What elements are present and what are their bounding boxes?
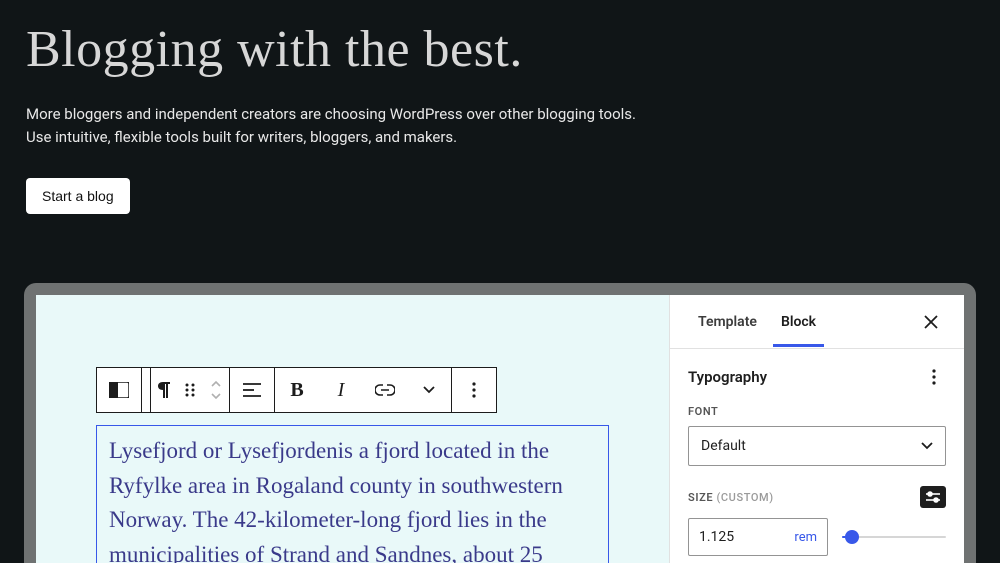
- block-type-button[interactable]: [97, 368, 141, 412]
- hero-subtitle-line-1: More bloggers and independent creators a…: [26, 105, 636, 123]
- editor-canvas[interactable]: B I Lysefjord or Lysefjordenis a fjord l…: [36, 295, 669, 563]
- paragraph-block-icon: [109, 382, 129, 398]
- settings-sidebar: Template Block Typography FONT Default: [669, 295, 964, 563]
- font-select[interactable]: Default: [688, 426, 946, 466]
- drag-handle-button[interactable]: [177, 368, 203, 412]
- close-sidebar-button[interactable]: [914, 305, 948, 339]
- italic-icon: I: [338, 379, 345, 402]
- sidebar-tabs: Template Block: [670, 295, 964, 349]
- font-select-value: Default: [701, 438, 746, 454]
- paragraph-style-button[interactable]: [151, 368, 177, 412]
- block-toolbar: B I: [96, 367, 497, 413]
- editor-frame: B I Lysefjord or Lysefjordenis a fjord l…: [24, 283, 976, 563]
- more-formatting-button[interactable]: [407, 368, 451, 412]
- hero-subtitle: More bloggers and independent creators a…: [26, 103, 974, 150]
- kebab-icon: [472, 382, 476, 398]
- align-left-icon: [243, 383, 261, 397]
- size-slider[interactable]: [842, 528, 946, 546]
- size-value: 1.125: [699, 529, 734, 545]
- close-icon: [924, 315, 938, 329]
- size-custom-toggle[interactable]: [920, 486, 946, 508]
- size-input[interactable]: 1.125 rem: [688, 518, 828, 556]
- tab-template[interactable]: Template: [686, 298, 769, 346]
- sliders-icon: [926, 491, 940, 503]
- size-label-text: SIZE: [688, 491, 713, 504]
- hero-title: Blogging with the best.: [26, 20, 974, 79]
- paragraph-block[interactable]: Lysefjord or Lysefjordenis a fjord locat…: [96, 425, 609, 563]
- size-qualifier: (CUSTOM): [716, 491, 773, 504]
- align-button[interactable]: [230, 368, 274, 412]
- chevron-down-icon: [423, 386, 435, 394]
- drag-icon: [185, 383, 195, 397]
- typography-panel: Typography FONT Default SIZE (CUSTOM): [670, 349, 964, 563]
- start-blog-button[interactable]: Start a blog: [26, 178, 130, 214]
- kebab-icon: [932, 369, 936, 385]
- tab-block[interactable]: Block: [769, 298, 828, 346]
- bold-button[interactable]: B: [275, 368, 319, 412]
- pilcrow-icon: [157, 382, 171, 398]
- size-label: SIZE (CUSTOM): [688, 491, 774, 504]
- editor-window: B I Lysefjord or Lysefjordenis a fjord l…: [36, 295, 964, 563]
- italic-button[interactable]: I: [319, 368, 363, 412]
- font-label: FONT: [688, 405, 946, 418]
- link-icon: [375, 384, 395, 396]
- bold-icon: B: [290, 379, 303, 402]
- link-button[interactable]: [363, 368, 407, 412]
- block-options-button[interactable]: [452, 368, 496, 412]
- size-unit-toggle[interactable]: rem: [794, 530, 817, 545]
- move-vertical-icon: [210, 381, 222, 399]
- panel-title: Typography: [688, 368, 767, 386]
- hero-subtitle-line-2: Use intuitive, flexible tools built for …: [26, 128, 457, 146]
- move-updown-button[interactable]: [203, 368, 229, 412]
- chevron-down-icon: [921, 442, 933, 450]
- slider-thumb[interactable]: [845, 530, 859, 544]
- panel-options-button[interactable]: [922, 365, 946, 389]
